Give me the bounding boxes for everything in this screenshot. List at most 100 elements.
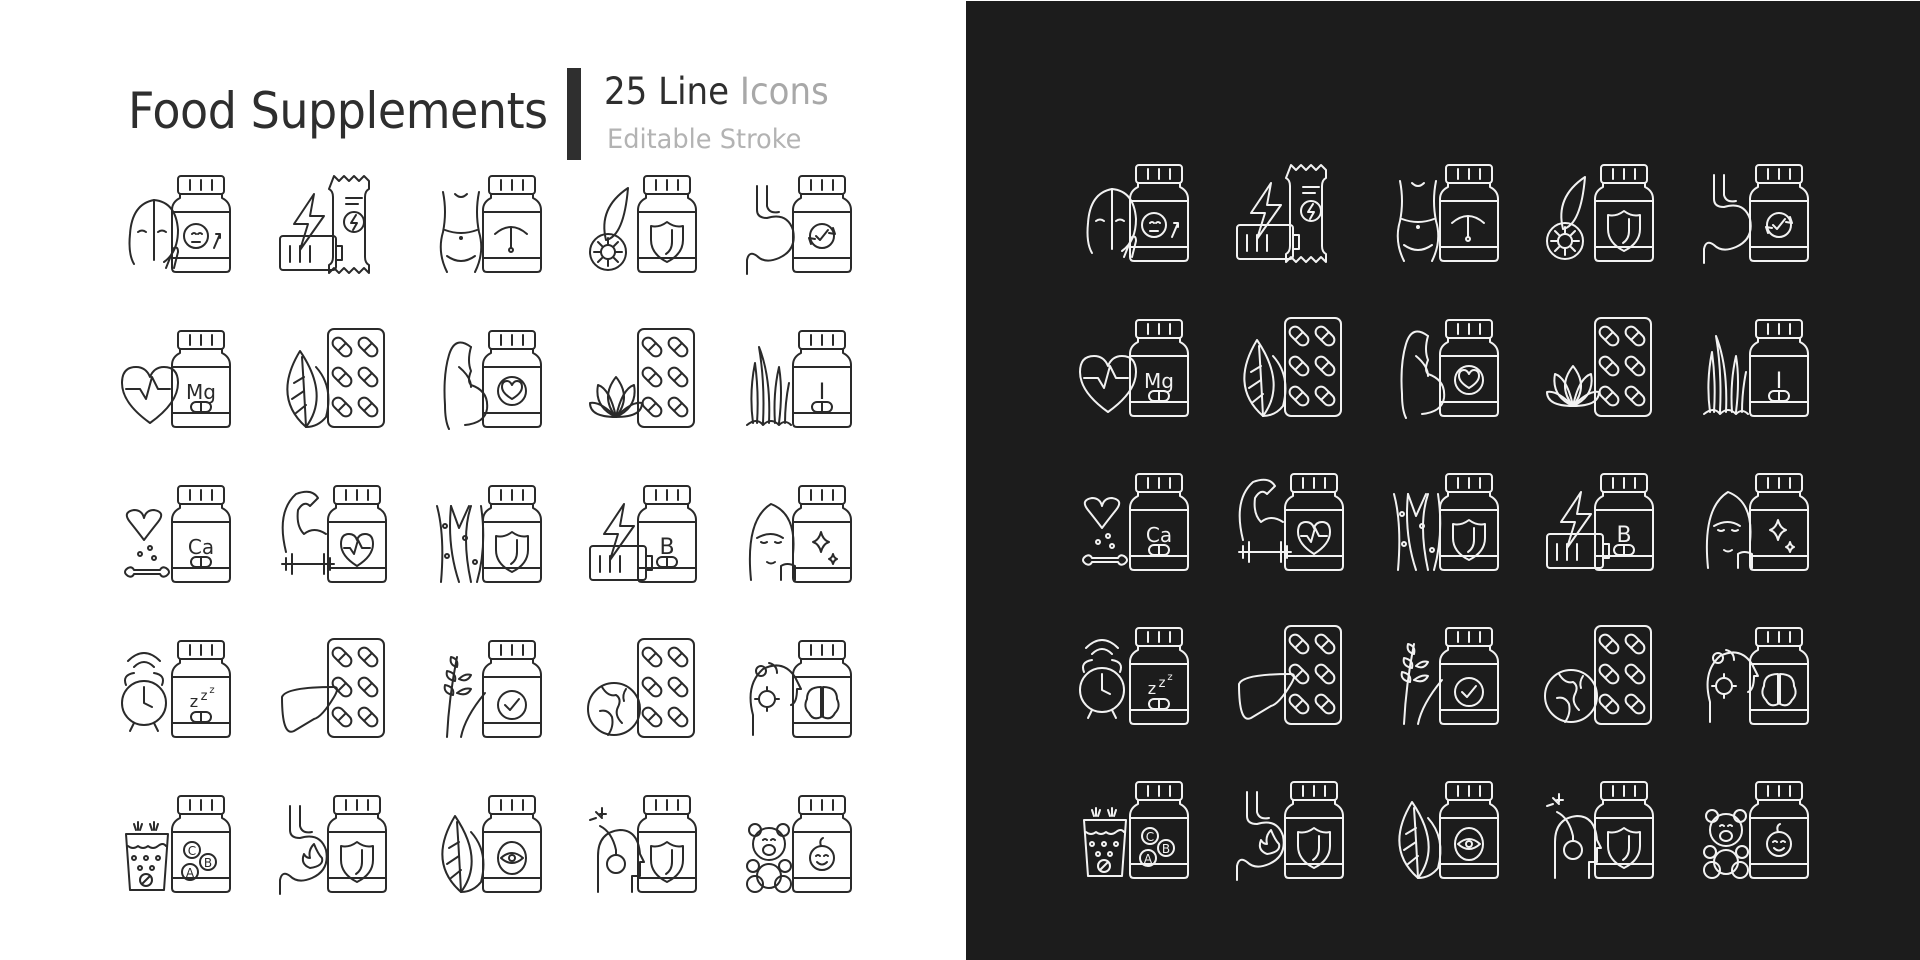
svg-text:z: z xyxy=(201,689,208,704)
vein-health-icon-glyph xyxy=(1393,473,1499,571)
lotus-pills-icon-glyph xyxy=(589,328,695,428)
eye-health-icon xyxy=(1388,778,1499,882)
vein-health-icon-glyph xyxy=(436,485,542,583)
calcium-bone-icon-glyph: Ca xyxy=(1082,473,1189,571)
icon-count-suffix: Icons xyxy=(739,70,829,113)
brain-cognition-icon-glyph xyxy=(749,640,852,738)
herbal-pills-icon-glyph xyxy=(1243,317,1342,417)
svg-text:z: z xyxy=(1159,676,1166,691)
svg-text:C: C xyxy=(188,844,196,858)
svg-text:z: z xyxy=(190,692,198,711)
muscle-fitness-icon-glyph xyxy=(1238,473,1344,571)
iodine-seaweed-icon: I xyxy=(1698,316,1809,420)
magnesium-heart-icon-glyph: Mg xyxy=(1079,319,1189,417)
liver-pills-icon xyxy=(276,637,386,741)
anti-aging-supplement-icon-glyph xyxy=(128,175,231,273)
herbal-pills-icon-glyph xyxy=(286,328,385,428)
kids-gummy-vitamins-icon-glyph xyxy=(746,795,852,893)
lotus-pills-icon xyxy=(1543,316,1653,420)
digestion-supplement-icon-glyph xyxy=(1703,164,1809,264)
brain-cognition-icon-glyph xyxy=(1706,627,1809,725)
digestion-supplement-icon xyxy=(741,172,852,276)
eye-health-icon xyxy=(431,792,542,896)
svg-text:Mg: Mg xyxy=(1144,369,1174,393)
joint-pills-icon xyxy=(586,637,696,741)
kids-gummy-vitamins-icon-glyph xyxy=(1703,781,1809,879)
magnesium-heart-icon: Mg xyxy=(1078,316,1189,420)
kids-gummy-vitamins-icon xyxy=(1698,778,1809,882)
svg-text:z: z xyxy=(209,685,214,696)
anti-aging-supplement-icon-glyph xyxy=(1086,164,1189,262)
immunity-supplement-icon xyxy=(1543,161,1654,265)
effervescent-vitamins-icon-glyph: CBA xyxy=(1083,781,1189,879)
magnesium-heart-icon-glyph: Mg xyxy=(121,330,231,428)
anti-aging-supplement-icon xyxy=(1078,161,1189,265)
sleep-supplement-icon: zzz xyxy=(120,637,231,741)
grain-supplement-icon-glyph xyxy=(443,640,542,738)
collection-subtitle: Editable Stroke xyxy=(607,124,802,155)
muscle-fitness-icon xyxy=(1233,470,1344,574)
calcium-bone-icon: Ca xyxy=(1078,470,1189,574)
heartburn-relief-icon xyxy=(1233,778,1344,882)
iodine-seaweed-icon-glyph: I xyxy=(746,330,852,428)
grain-supplement-icon xyxy=(431,637,542,741)
liver-pills-icon-glyph xyxy=(281,638,385,738)
grain-supplement-icon xyxy=(1388,624,1499,728)
svg-text:z: z xyxy=(1167,672,1172,683)
stress-protection-icon-glyph xyxy=(1546,781,1654,879)
beauty-skin-icon-glyph xyxy=(748,485,852,583)
immunity-supplement-icon-glyph xyxy=(1546,164,1654,262)
lotus-pills-icon-glyph xyxy=(1546,317,1652,417)
eye-health-icon-glyph xyxy=(1398,781,1499,879)
beauty-skin-icon xyxy=(1698,470,1809,574)
vitamin-b-energy-icon: B xyxy=(586,482,697,586)
eye-health-icon-glyph xyxy=(441,795,542,893)
iodine-seaweed-icon: I xyxy=(741,327,852,431)
magnesium-heart-icon: Mg xyxy=(120,327,231,431)
energy-bar-icon xyxy=(276,172,386,276)
stress-protection-icon xyxy=(1543,778,1654,882)
vitamin-b-energy-icon-glyph: B xyxy=(589,485,697,583)
pregnancy-supplement-icon-glyph xyxy=(1400,319,1499,419)
effervescent-vitamins-icon: CBA xyxy=(1078,778,1189,882)
beauty-skin-icon-glyph xyxy=(1705,473,1809,571)
sleep-supplement-icon: zzz xyxy=(1078,624,1189,728)
weight-loss-supplement-icon-glyph xyxy=(439,175,542,273)
brain-cognition-icon xyxy=(741,637,852,741)
muscle-fitness-icon-glyph xyxy=(281,485,387,583)
svg-text:B: B xyxy=(204,856,212,870)
svg-text:Ca: Ca xyxy=(1146,523,1172,547)
energy-bar-icon-glyph xyxy=(279,175,370,274)
calcium-bone-icon-glyph: Ca xyxy=(124,485,231,583)
collection-title: Food Supplements xyxy=(128,82,548,140)
immunity-supplement-icon xyxy=(586,172,697,276)
herbal-pills-icon xyxy=(276,327,386,431)
joint-pills-icon-glyph xyxy=(587,638,695,738)
svg-text:Mg: Mg xyxy=(186,380,216,404)
anti-aging-supplement-icon xyxy=(120,172,231,276)
sleep-supplement-icon-glyph: zzz xyxy=(1079,627,1189,725)
weight-loss-supplement-icon-glyph xyxy=(1396,164,1499,262)
icon-count-number: 25 Line xyxy=(604,70,730,113)
heartburn-relief-icon xyxy=(276,792,387,896)
stress-protection-icon xyxy=(586,792,697,896)
pregnancy-supplement-icon xyxy=(1388,316,1499,420)
svg-text:z: z xyxy=(1148,679,1156,698)
effervescent-vitamins-icon: CBA xyxy=(120,792,231,896)
pregnancy-supplement-icon xyxy=(431,327,542,431)
iodine-seaweed-icon-glyph: I xyxy=(1703,319,1809,417)
sleep-supplement-icon-glyph: zzz xyxy=(121,640,231,738)
liver-pills-icon xyxy=(1233,624,1343,728)
svg-text:A: A xyxy=(186,866,195,880)
grain-supplement-icon-glyph xyxy=(1400,627,1499,725)
liver-pills-icon-glyph xyxy=(1238,625,1342,725)
vein-health-icon xyxy=(1388,470,1499,574)
immunity-supplement-icon-glyph xyxy=(589,175,697,273)
kids-gummy-vitamins-icon xyxy=(741,792,852,896)
energy-bar-icon xyxy=(1233,161,1343,265)
brain-cognition-icon xyxy=(1698,624,1809,728)
joint-pills-icon xyxy=(1543,624,1653,728)
icon-count-heading: 25 Line Icons xyxy=(604,70,829,113)
weight-loss-supplement-icon xyxy=(1388,161,1499,265)
svg-text:C: C xyxy=(1146,830,1154,844)
